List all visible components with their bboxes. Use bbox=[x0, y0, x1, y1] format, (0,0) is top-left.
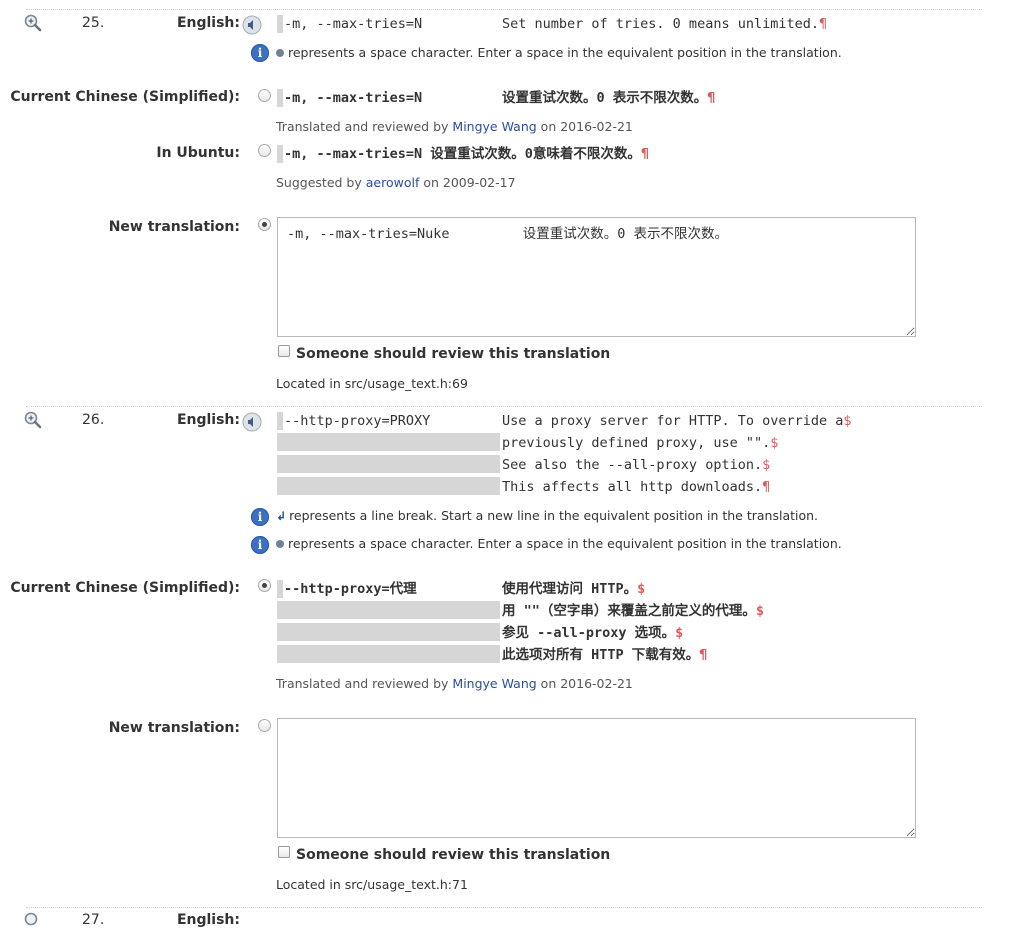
english-source-left: --http-proxy=PROXY bbox=[284, 413, 431, 429]
current-translation-line: 此选项对所有 HTTP 下载有效。¶ bbox=[502, 647, 708, 663]
line-break-mark: $ bbox=[755, 603, 765, 619]
paragraph-mark: ¶ bbox=[762, 479, 771, 495]
space-note: represents a space character. Enter a sp… bbox=[276, 45, 842, 60]
ubuntu-translation-label: In Ubuntu: bbox=[156, 145, 240, 161]
english-source-left: -m, --max-tries=N bbox=[284, 16, 423, 32]
review-checkbox-label[interactable]: Someone should review this translation bbox=[296, 847, 610, 863]
english-source-line: See also the --all-proxy option.$ bbox=[502, 457, 771, 473]
translator-link[interactable]: Mingye Wang bbox=[452, 119, 536, 134]
paragraph-mark: ¶ bbox=[818, 16, 828, 32]
line-break-mark: $ bbox=[762, 457, 771, 473]
translator-link[interactable]: Mingye Wang bbox=[452, 676, 536, 691]
paragraph-mark: ¶ bbox=[640, 146, 650, 162]
source-location: Located in src/usage_text.h:71 bbox=[276, 877, 468, 892]
new-translation-radio[interactable] bbox=[258, 218, 271, 231]
space-dot-icon bbox=[276, 539, 284, 548]
current-translation-line: 用 ""（空字串）来覆盖之前定义的代理。$ bbox=[502, 603, 765, 619]
line-break-mark: $ bbox=[770, 435, 779, 451]
current-translation-line: 参见 --all-proxy 选项。$ bbox=[502, 625, 684, 641]
linebreak-note: ↲ represents a line break. Start a new li… bbox=[276, 508, 819, 523]
leading-space-marker bbox=[277, 580, 283, 598]
english-source-line: previously defined proxy, use "".$ bbox=[502, 435, 779, 451]
new-translation-textarea[interactable] bbox=[277, 217, 916, 337]
review-checkbox[interactable] bbox=[278, 345, 290, 357]
english-source-right: Set number of tries. 0 means unlimited.¶ bbox=[502, 16, 828, 32]
english-label: English: bbox=[176, 15, 240, 31]
whitespace-block bbox=[277, 645, 500, 663]
whitespace-block bbox=[277, 433, 500, 451]
source-location: Located in src/usage_text.h:69 bbox=[276, 376, 468, 391]
new-translation-textarea[interactable] bbox=[277, 718, 916, 838]
leading-space-marker bbox=[277, 412, 283, 430]
speaker-icon[interactable] bbox=[242, 412, 262, 432]
info-icon: i bbox=[251, 536, 269, 554]
whitespace-block bbox=[277, 455, 500, 473]
return-arrow-icon: ↲ bbox=[276, 509, 287, 523]
info-icon: i bbox=[251, 508, 269, 526]
line-break-mark: $ bbox=[637, 581, 646, 597]
review-checkbox-label[interactable]: Someone should review this translation bbox=[296, 346, 610, 362]
ubuntu-translation-text: -m, --max-tries=N 设置重试次数。0意味着不限次数。¶ bbox=[284, 146, 650, 162]
space-note: represents a space character. Enter a sp… bbox=[276, 536, 842, 551]
whitespace-block bbox=[277, 623, 500, 641]
current-translation-radio[interactable] bbox=[258, 89, 271, 102]
line-break-mark: $ bbox=[843, 413, 852, 429]
zoom-in-icon[interactable] bbox=[24, 14, 42, 32]
zoom-in-icon[interactable] bbox=[24, 912, 42, 930]
message-number: 26. bbox=[82, 412, 105, 428]
review-checkbox[interactable] bbox=[278, 846, 290, 858]
whitespace-block bbox=[277, 601, 500, 619]
message-number: 25. bbox=[82, 15, 105, 31]
message-number: 27. bbox=[82, 912, 105, 928]
english-source-line: Use a proxy server for HTTP. To override… bbox=[502, 413, 852, 429]
line-break-mark: $ bbox=[675, 625, 684, 641]
space-dot-icon bbox=[276, 48, 284, 57]
new-translation-label: New translation: bbox=[108, 219, 240, 235]
whitespace-block bbox=[277, 477, 500, 495]
current-translation-line: 使用代理访问 HTTP。$ bbox=[502, 581, 646, 597]
current-translation-label: Current Chinese (Simplified): bbox=[10, 580, 240, 596]
ubuntu-translation-meta: Suggested by aerowolf on 2009-02-17 bbox=[276, 175, 516, 190]
ubuntu-translation-radio[interactable] bbox=[258, 144, 271, 157]
english-source-line: This affects all http downloads.¶ bbox=[502, 479, 771, 495]
paragraph-mark: ¶ bbox=[699, 647, 708, 663]
current-translation-right: 设置重试次数。0 表示不限次数。¶ bbox=[502, 90, 716, 106]
current-translation-meta: Translated and reviewed by Mingye Wang o… bbox=[276, 119, 633, 134]
current-translation-left: --http-proxy=代理 bbox=[284, 581, 417, 597]
info-icon: i bbox=[251, 44, 269, 62]
leading-space-marker bbox=[277, 145, 283, 163]
current-translation-radio[interactable] bbox=[258, 579, 271, 592]
current-translation-left: -m, --max-tries=N bbox=[284, 90, 423, 106]
suggester-link[interactable]: aerowolf bbox=[366, 175, 420, 190]
leading-space-marker bbox=[277, 15, 283, 33]
zoom-in-icon[interactable] bbox=[24, 411, 42, 429]
english-label: English: bbox=[176, 412, 240, 428]
new-translation-radio[interactable] bbox=[258, 719, 271, 732]
current-translation-label: Current Chinese (Simplified): bbox=[10, 89, 240, 105]
leading-space-marker bbox=[277, 89, 283, 107]
english-label: English: bbox=[176, 912, 240, 928]
new-translation-label: New translation: bbox=[108, 720, 240, 736]
paragraph-mark: ¶ bbox=[707, 90, 716, 106]
current-translation-meta: Translated and reviewed by Mingye Wang o… bbox=[276, 676, 633, 691]
speaker-icon[interactable] bbox=[242, 15, 262, 35]
